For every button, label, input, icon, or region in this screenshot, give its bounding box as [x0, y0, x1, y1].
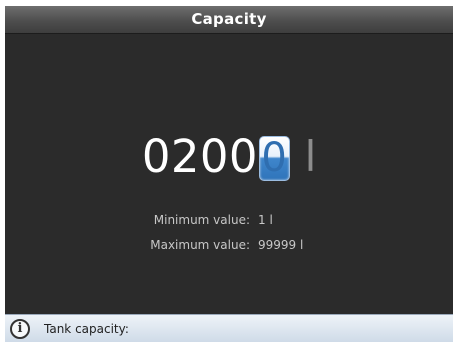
capacity-screen: Capacity 0 2 0 0 0 l Minimum value: 1 l …: [5, 6, 453, 342]
minimum-row: Minimum value: 1 l: [5, 208, 453, 233]
digit-5-selected[interactable]: 0: [258, 135, 290, 181]
minimum-label: Minimum value:: [153, 213, 250, 227]
unit-label: l: [304, 132, 317, 181]
selected-digit-text: 0: [261, 135, 287, 181]
window-title: Capacity: [5, 6, 453, 34]
value-editor[interactable]: 0 2 0 0 0 l: [5, 131, 453, 183]
digit-4[interactable]: 0: [229, 131, 258, 183]
digit-1[interactable]: 0: [142, 131, 171, 183]
maximum-row: Maximum value: 99999 l: [5, 233, 453, 258]
info-icon: i: [10, 318, 30, 339]
limits-panel: Minimum value: 1 l Maximum value: 99999 …: [5, 208, 453, 258]
status-bar: i Tank capacity:: [5, 314, 453, 342]
minimum-value: 1 l: [258, 213, 273, 227]
maximum-value: 99999 l: [258, 238, 304, 252]
digit-3[interactable]: 0: [200, 131, 229, 183]
status-text: Tank capacity:: [44, 321, 129, 336]
digit-2[interactable]: 2: [171, 131, 200, 183]
digit-group: 0 2 0 0 0: [142, 131, 290, 183]
maximum-label: Maximum value:: [150, 238, 250, 252]
